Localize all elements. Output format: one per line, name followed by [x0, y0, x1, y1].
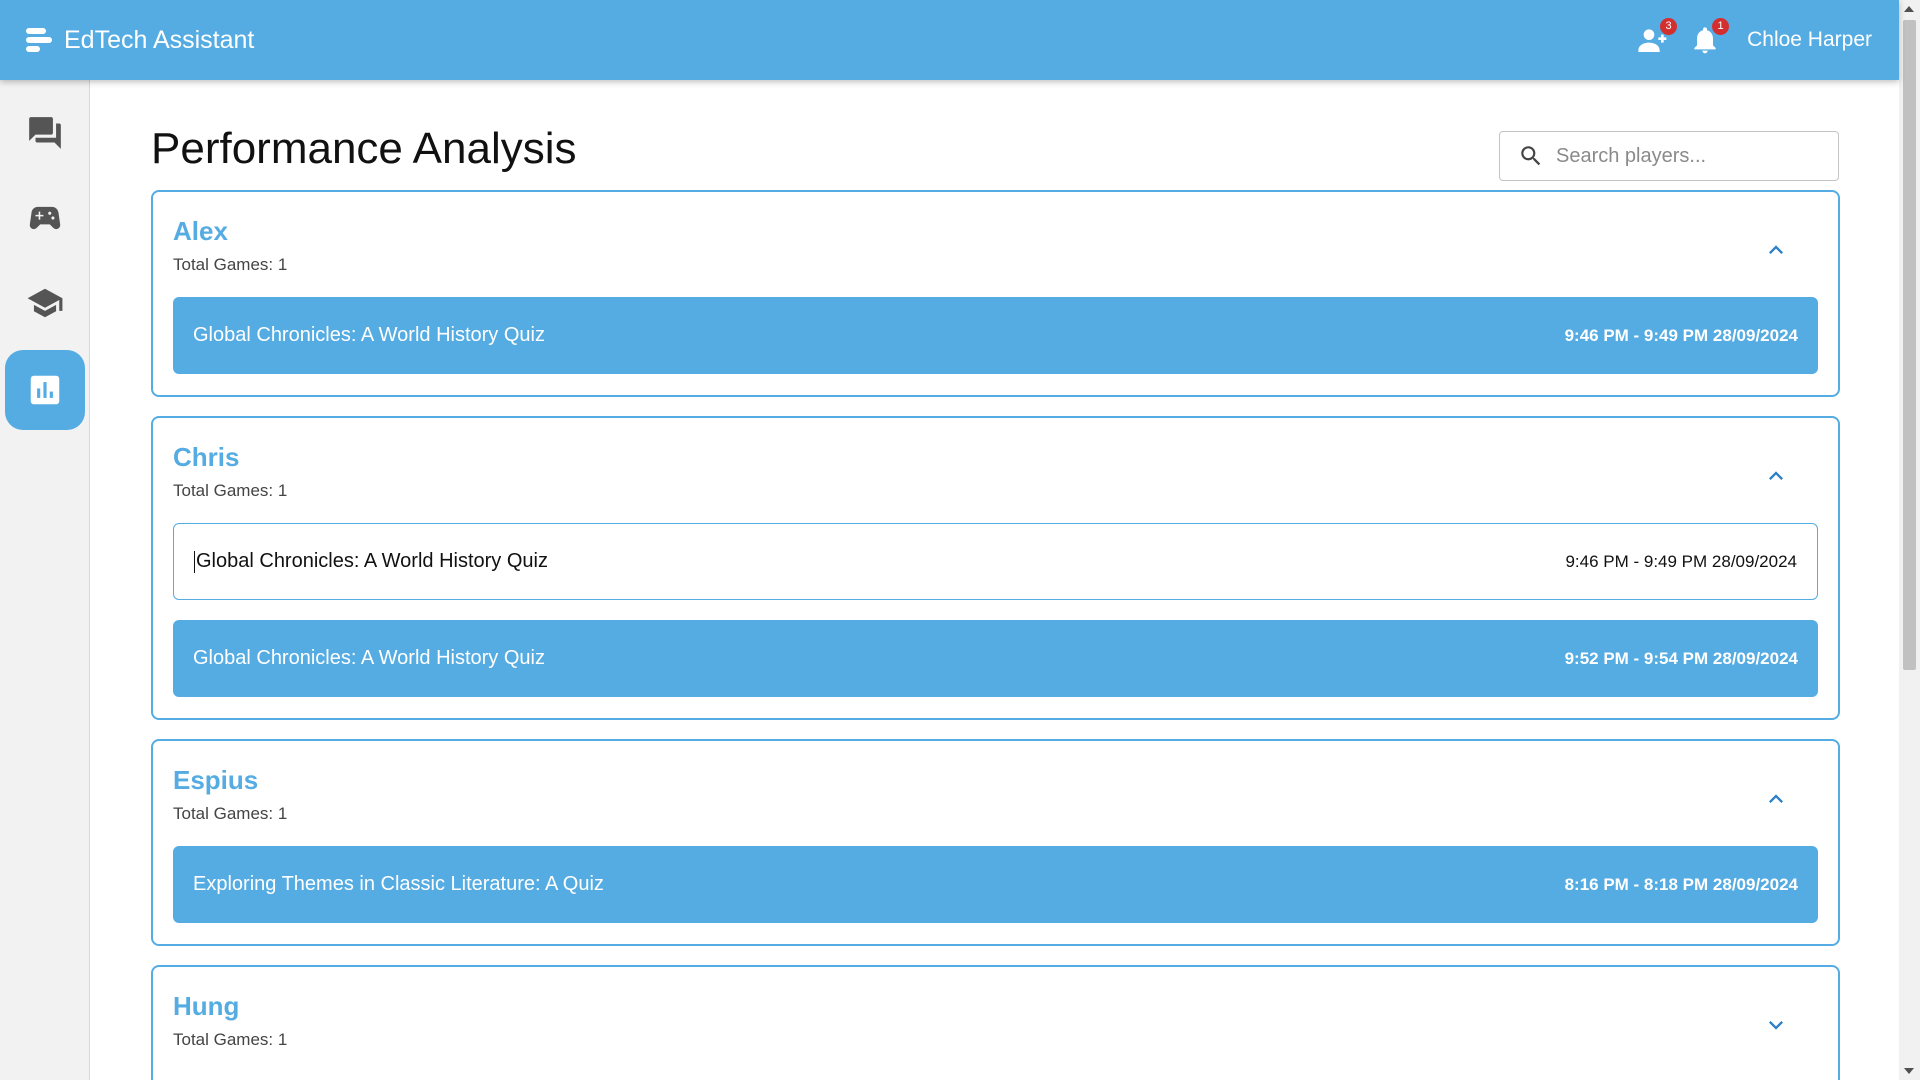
session-time: 9:52 PM - 9:54 PM 28/09/2024 — [1564, 648, 1798, 668]
scroll-thumb[interactable] — [1903, 20, 1916, 670]
collapse-button[interactable] — [1762, 462, 1790, 490]
bar-chart-icon — [30, 375, 60, 405]
player-card-chris: Chris Total Games: 1 Global Chronicles: … — [151, 416, 1840, 720]
session-time: 9:46 PM - 9:49 PM 28/09/2024 — [1564, 325, 1798, 345]
collapse-button[interactable] — [1762, 236, 1790, 264]
game-session-item[interactable]: Exploring Themes in Classic Literature: … — [173, 846, 1818, 923]
sidebar-item-performance[interactable] — [5, 350, 85, 430]
session-time: 9:46 PM - 9:49 PM 28/09/2024 — [1565, 551, 1797, 571]
sidebar — [0, 80, 90, 1080]
player-card-espius: Espius Total Games: 1 Exploring Themes i… — [151, 739, 1840, 946]
session-time: 8:16 PM - 8:18 PM 28/09/2024 — [1564, 874, 1798, 894]
user-name[interactable]: Chloe Harper — [1747, 28, 1872, 52]
player-card-alex: Alex Total Games: 1 Global Chronicles: A… — [151, 190, 1840, 397]
scroll-down-icon[interactable] — [1904, 1068, 1914, 1074]
chevron-down-icon — [1769, 1021, 1783, 1030]
vertical-scrollbar[interactable] — [1899, 0, 1920, 1080]
brand[interactable]: EdTech Assistant — [24, 0, 254, 80]
total-games: Total Games: 1 — [173, 481, 288, 500]
game-session-item[interactable]: Global Chronicles: A World History Quiz … — [173, 297, 1818, 374]
search-input[interactable] — [1556, 144, 1816, 168]
player-name[interactable]: Espius — [173, 765, 258, 796]
session-title: Global Chronicles: A World History Quiz — [193, 324, 545, 346]
session-title: Global Chronicles: A World History Quiz — [193, 647, 545, 669]
chat-icon — [29, 117, 61, 149]
friends-button[interactable]: 3 — [1637, 18, 1678, 56]
notifications-button[interactable]: 1 — [1689, 18, 1730, 56]
total-games: Total Games: 1 — [173, 255, 288, 274]
friends-badge: 3 — [1660, 18, 1678, 35]
session-title-wrap: Global Chronicles: A World History Quiz — [194, 550, 548, 573]
gamepad-icon — [29, 206, 61, 230]
game-session-item[interactable]: Global Chronicles: A World History Quiz … — [173, 523, 1818, 600]
main-content: Performance Analysis Alex Total Games: 1… — [91, 80, 1899, 1080]
total-games: Total Games: 1 — [173, 804, 288, 823]
session-title: Exploring Themes in Classic Literature: … — [193, 873, 604, 895]
text-cursor — [194, 550, 195, 573]
chevron-up-icon — [1769, 471, 1783, 480]
player-card-hung: Hung Total Games: 1 — [151, 965, 1840, 1080]
expand-button[interactable] — [1762, 1011, 1790, 1039]
top-app-bar: EdTech Assistant 3 1 Chloe Harper — [0, 0, 1899, 80]
total-games: Total Games: 1 — [173, 1030, 288, 1049]
player-name[interactable]: Alex — [173, 216, 228, 247]
sidebar-item-chat[interactable] — [5, 93, 85, 173]
search-box[interactable] — [1499, 131, 1839, 181]
graduation-cap-icon — [27, 288, 63, 318]
app-logo-icon — [26, 28, 52, 52]
player-name[interactable]: Hung — [173, 991, 239, 1022]
chevron-up-icon — [1769, 794, 1783, 803]
search-icon — [1521, 146, 1541, 166]
app-title: EdTech Assistant — [64, 25, 255, 54]
sidebar-item-courses[interactable] — [5, 263, 85, 343]
scroll-up-icon[interactable] — [1904, 6, 1914, 12]
player-name[interactable]: Chris — [173, 442, 239, 473]
chevron-up-icon — [1769, 245, 1783, 254]
game-session-item[interactable]: Global Chronicles: A World History Quiz … — [173, 620, 1818, 697]
page-title: Performance Analysis — [151, 124, 577, 173]
collapse-button[interactable] — [1762, 785, 1790, 813]
top-actions: 3 1 Chloe Harper — [1637, 0, 1872, 80]
sidebar-item-games[interactable] — [5, 178, 85, 258]
notifications-badge: 1 — [1712, 18, 1730, 35]
session-title: Global Chronicles: A World History Quiz — [196, 550, 548, 572]
